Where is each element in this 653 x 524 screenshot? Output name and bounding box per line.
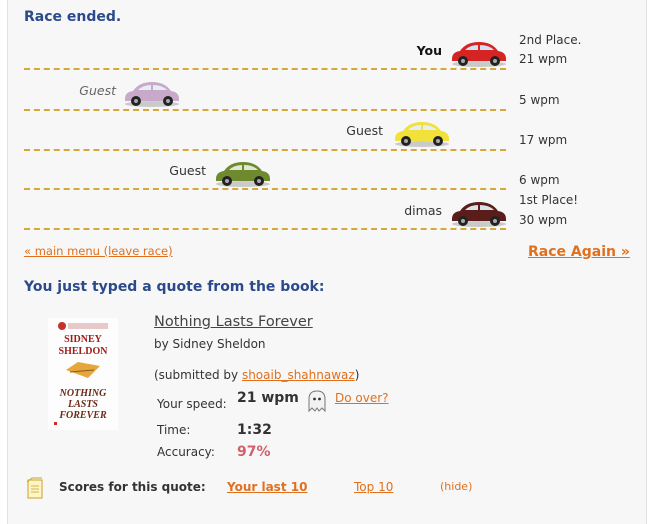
main-menu-link[interactable]: « main menu (leave race) (24, 244, 173, 258)
svg-text:NOTHING: NOTHING (59, 388, 107, 399)
svg-text:SHELDON: SHELDON (59, 346, 109, 357)
book-cover-image: SIDNEY SHELDON NOTHING LASTS FOREVER (48, 318, 118, 430)
race-status: Race ended. (24, 9, 122, 25)
submitted-suffix: ) (354, 368, 360, 382)
ghost-icon[interactable] (306, 389, 328, 413)
racer-name-guest: Guest (346, 123, 383, 138)
racer-wpm-you: 21 wpm (519, 52, 568, 66)
hide-scores-link[interactable]: (hide) (440, 480, 472, 493)
car-icon-guest (395, 122, 449, 147)
speed-value: 21 wpm (237, 390, 299, 406)
race-again-button[interactable]: Race Again » (528, 244, 630, 260)
lane-divider (24, 188, 506, 190)
race-panel (7, 0, 647, 524)
racer-name-you: You (416, 43, 442, 58)
tab-top-10[interactable]: Top 10 (354, 480, 393, 494)
racer-wpm-guest-1: 5 wpm (519, 93, 560, 107)
submitted-prefix: (submitted by (154, 368, 242, 382)
submitter-link[interactable]: shoaib_shahnawaz (242, 368, 355, 382)
time-label: Time: (157, 423, 191, 437)
car-icon-dimas (452, 202, 506, 227)
racer-name-dimas: dimas (404, 203, 442, 218)
racer-place-dimas: 1st Place! (519, 193, 579, 207)
racer-wpm-guest-3: 6 wpm (519, 173, 560, 187)
svg-text:LASTS: LASTS (67, 399, 98, 410)
racer-wpm-dimas: 30 wpm (519, 213, 568, 227)
notepad-icon (26, 477, 43, 499)
racer-name-guest: Guest (79, 83, 116, 98)
lane-divider (24, 68, 506, 70)
book-title-link[interactable]: Nothing Lasts Forever (154, 314, 313, 330)
car-icon-guest (125, 82, 179, 107)
submitted-line: (submitted by shoaib_shahnawaz) (154, 368, 359, 382)
accuracy-value: 97% (237, 444, 271, 460)
tab-your-last-10[interactable]: Your last 10 (227, 480, 307, 494)
time-value: 1:32 (237, 422, 272, 438)
lane-divider (24, 149, 506, 151)
book-author: by Sidney Sheldon (154, 337, 266, 351)
lane-divider (24, 109, 506, 111)
car-icon-guest (216, 162, 270, 187)
racer-place-you: 2nd Place. (519, 33, 582, 47)
car-icon-you (452, 42, 506, 67)
svg-text:SIDNEY: SIDNEY (64, 334, 103, 345)
do-over-link[interactable]: Do over? (335, 391, 389, 405)
accuracy-label: Accuracy: (157, 445, 215, 459)
racer-name-guest: Guest (169, 163, 206, 178)
speed-label: Your speed: (157, 397, 227, 411)
svg-text:FOREVER: FOREVER (58, 410, 107, 421)
scores-label: Scores for this quote: (59, 480, 206, 494)
racer-wpm-guest-2: 17 wpm (519, 133, 568, 147)
quote-heading: You just typed a quote from the book: (24, 279, 325, 295)
book-cover: SIDNEY SHELDON NOTHING LASTS FOREVER (48, 318, 118, 430)
lane-divider (24, 228, 506, 230)
